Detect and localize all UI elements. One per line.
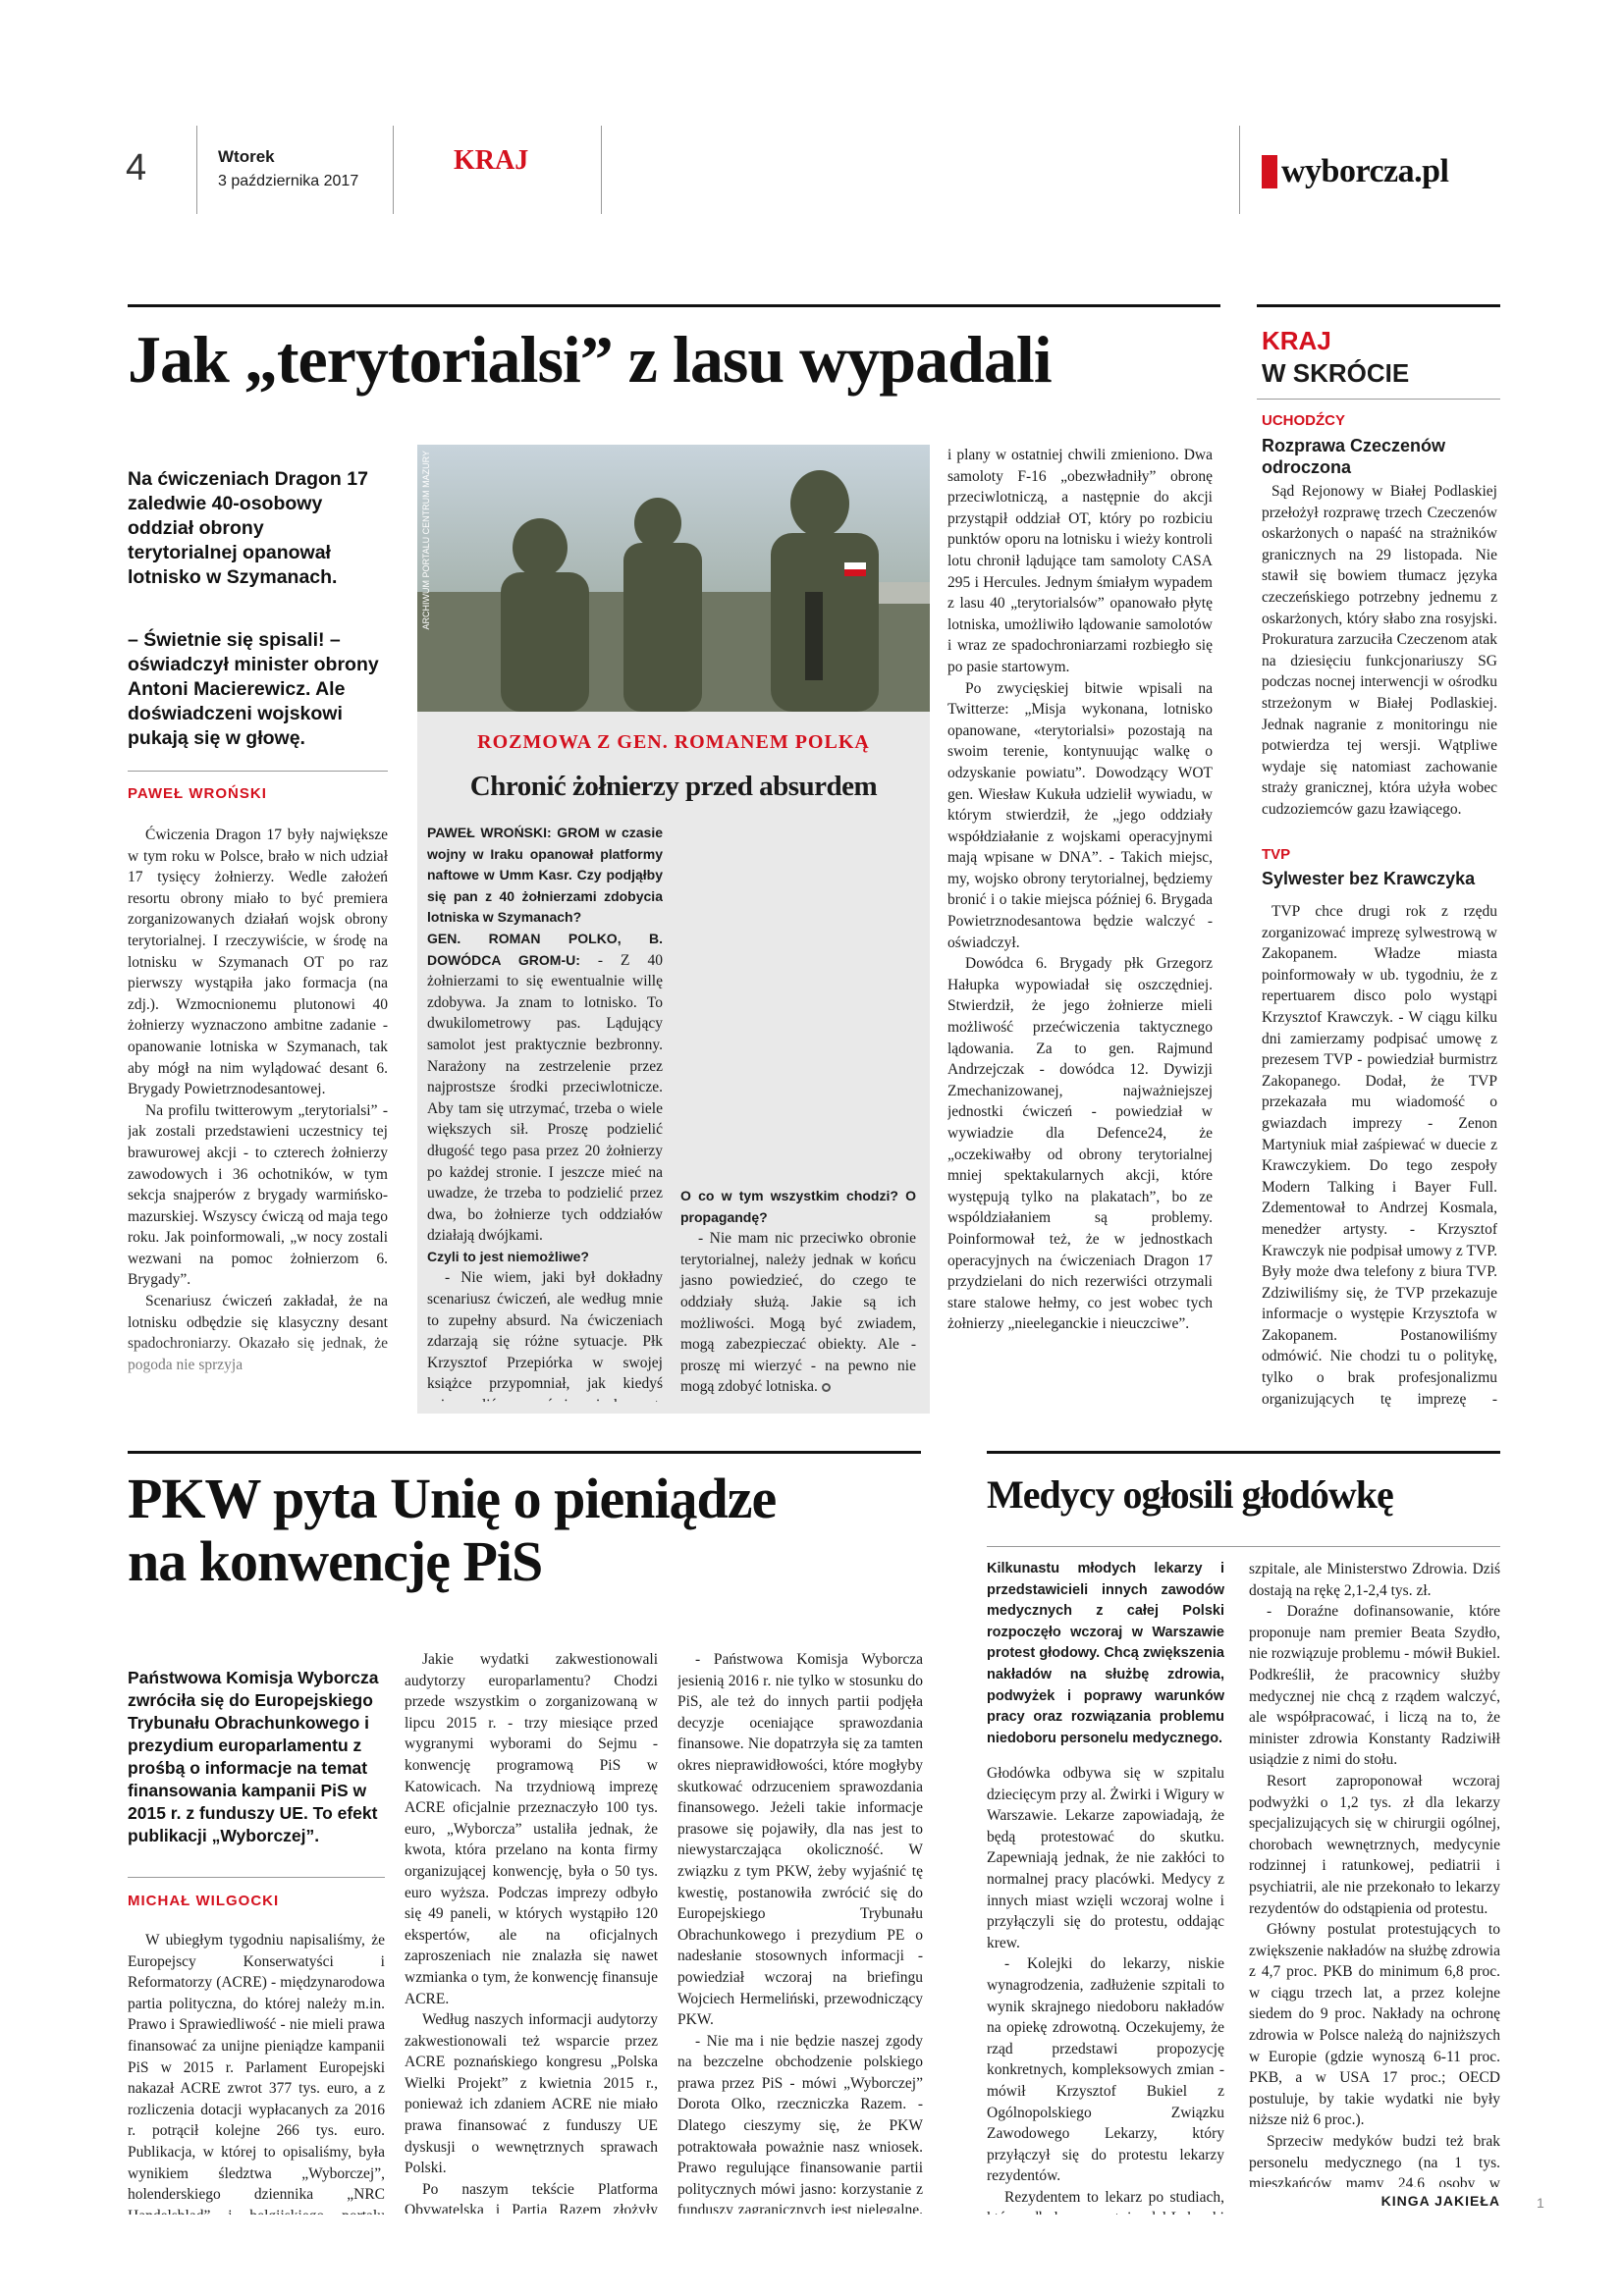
soldiers-photo	[417, 445, 930, 712]
section-title: KRAJ	[454, 145, 529, 176]
sheet-number: 1	[1537, 2195, 1544, 2211]
photo: ARCHIWUM PORTALU CENTRUM MAZURY	[417, 445, 930, 712]
divider	[128, 771, 388, 772]
masthead-divider	[1239, 126, 1240, 214]
paragraph: W ubiegłym tygodniu napisaliśmy, że Euro…	[128, 1932, 385, 2215]
answer: - Z 40 żołnierzami to się ewentualnie wi…	[427, 951, 663, 1245]
headline-line: PKW pyta Unię o pieniądze	[128, 1467, 777, 1530]
brief-category: UCHODŹCY	[1262, 412, 1345, 429]
article-column: Ćwiczenia Dragon 17 były największe w ty…	[128, 825, 388, 1404]
lead: Państwowa Komisja Wyborcza zwróciła się …	[128, 1668, 379, 1845]
article-column: W ubiegłym tygodniu napisaliśmy, że Euro…	[128, 1930, 385, 2215]
paragraph: Głodówka odbywa się w szpitalu dziecięcy…	[987, 1765, 1224, 1951]
paragraph: Według naszych informacji audytorzy zakw…	[405, 2011, 658, 2177]
logo-mark-icon	[1262, 155, 1277, 188]
article-column: Głodówka odbywa się w szpitalu dziecięcy…	[987, 1763, 1224, 2215]
page-number: 4	[126, 147, 147, 188]
brief-headline: Sylwester bez Krawczyka	[1262, 869, 1476, 888]
paragraph: Na profilu twitterowym „terytorialsi” - …	[128, 1101, 388, 1289]
article-column: i plany w ostatniej chwili zmieniono. Dw…	[947, 445, 1213, 1412]
paragraph: szpitale, ale Ministerstwo Zdrowia. Dziś…	[1249, 1561, 1500, 1599]
paragraph: Dowódca 6. Brygady płk Grzegorz Hałupka …	[947, 955, 1213, 1333]
headline: Medycy ogłosili głodówkę	[987, 1472, 1394, 1517]
masthead-divider	[393, 126, 394, 214]
brief-text-content: TVP chce drugi rok z rzędu zorganizować …	[1262, 903, 1497, 1408]
end-mark-icon	[821, 1383, 831, 1393]
lead: – Świetnie się spisali! – oświadczył min…	[128, 629, 379, 749]
brief-headline: Rozprawa Czeczenów odroczona	[1262, 436, 1446, 477]
briefs-subtitle: W SKRÓCIE	[1262, 358, 1410, 388]
paragraph: i plany w ostatniej chwili zmieniono. Dw…	[947, 447, 1213, 675]
paragraph: Po zwycięskiej bitwie wpisali na Twitter…	[947, 679, 1213, 951]
briefs-title: KRAJ	[1262, 326, 1331, 355]
interview-column-end: O co w tym wszystkim chodzi? O propagand…	[680, 1186, 916, 1398]
paragraph: - Nie ma i nie będzie naszej zgody na be…	[677, 2032, 923, 2214]
paragraph: Scenariusz ćwiczeń zakładał, że na lotni…	[128, 1293, 388, 1373]
divider	[987, 1546, 1500, 1547]
question: O co w tym wszystkim chodzi? O propagand…	[680, 1188, 916, 1225]
question: Czyli to jest niemożliwe?	[427, 1248, 589, 1264]
headline-line: na konwencję PiS	[128, 1529, 543, 1593]
wyborcza-logo[interactable]: wyborcza.pl	[1262, 149, 1449, 194]
paragraph: Rezydentem to lekarz po studiach, który …	[987, 2188, 1224, 2215]
headline: PKW pyta Unię o pieniądze na konwencję P…	[128, 1467, 777, 1593]
top-rule	[128, 304, 1220, 307]
lead: Kilkunastu młodych lekarzy i przedstawic…	[987, 1561, 1224, 1746]
brief-text: Sąd Rejonowy w Białej Podlaskiej przełoż…	[1262, 483, 1497, 818]
byline: MICHAŁ WILGOCKI	[128, 1893, 280, 1909]
paragraph: Ćwiczenia Dragon 17 były największe w ty…	[128, 827, 388, 1098]
paragraph: - Państwowa Komisja Wyborcza jesienią 20…	[677, 1651, 923, 2029]
article-column: - Państwowa Komisja Wyborcza jesienią 20…	[677, 1649, 923, 2214]
question: PAWEŁ WROŃSKI: GROM w czasie wojny w Ira…	[427, 825, 663, 926]
article-column: szpitale, ale Ministerstwo Zdrowia. Dziś…	[1249, 1559, 1500, 2187]
brief-text: TVP chce drugi rok z rzędu zorganizować …	[1262, 901, 1497, 1412]
paragraph: Sprzeciw medyków budzi też brak personel…	[1249, 2133, 1500, 2187]
interview-kicker: ROZMOWA Z GEN. ROMANEM POLKĄ	[477, 731, 870, 753]
answer: - Nie wiem, jaki był dokładny scenariusz…	[427, 1269, 663, 1402]
paragraph: Resort zaproponował wczoraj podwyżki o 1…	[1249, 1772, 1500, 1917]
lead: Na ćwiczeniach Dragon 17 zaledwie 40-oso…	[128, 468, 368, 588]
answer: - Nie mam nic przeciwko obronie terytori…	[680, 1230, 916, 1396]
sidebar-rule	[1257, 304, 1500, 307]
brief-category: TVP	[1262, 846, 1291, 863]
paragraph: - Doraźne dofinansowanie, które proponuj…	[1249, 1603, 1500, 1769]
byline: PAWEŁ WROŃSKI	[128, 785, 267, 802]
paragraph: Po naszym tekście Platforma Obywatelska …	[405, 2180, 658, 2214]
interview-column: PAWEŁ WROŃSKI: GROM w czasie wojny w Ira…	[427, 823, 663, 1402]
article-column: Jakie wydatki zakwestionowali audytorzy …	[405, 1649, 658, 2214]
article-rule	[987, 1451, 1500, 1454]
masthead-divider	[601, 126, 602, 214]
paragraph: - Kolejki do lekarzy, niskie wynagrodzen…	[987, 1955, 1224, 2185]
issue-date: 3 października 2017	[218, 173, 359, 189]
logo-text: wyborcza.pl	[1281, 153, 1449, 189]
headline: Jak „terytorialsi” z lasu wypadali	[128, 322, 1053, 397]
article-rule	[128, 1451, 921, 1454]
masthead-divider	[196, 126, 197, 214]
paragraph: Jakie wydatki zakwestionowali audytorzy …	[405, 1651, 658, 2007]
interview-title: Chronić żołnierzy przed absurdem	[469, 771, 878, 802]
divider	[128, 1877, 385, 1878]
photo-credit: ARCHIWUM PORTALU CENTRUM MAZURY	[421, 451, 431, 630]
author-signature: KINGA JAKIEŁA	[1380, 2193, 1500, 2209]
issue-day: Wtorek	[218, 147, 275, 166]
divider	[1257, 399, 1500, 400]
paragraph: Główny postulat protestujących to zwięks…	[1249, 1921, 1500, 2129]
